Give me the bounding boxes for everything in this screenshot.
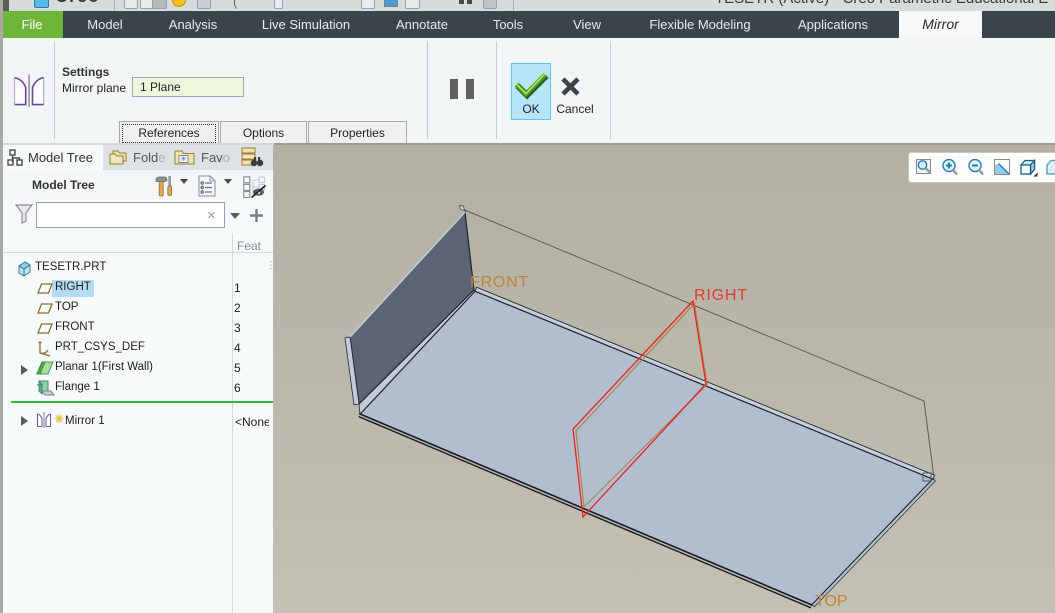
svg-text:RIGHT: RIGHT	[694, 287, 748, 304]
svg-text:FRONT: FRONT	[470, 274, 529, 291]
svg-text:✳: ✳	[180, 155, 187, 164]
svg-text:TOP: TOP	[815, 593, 848, 610]
